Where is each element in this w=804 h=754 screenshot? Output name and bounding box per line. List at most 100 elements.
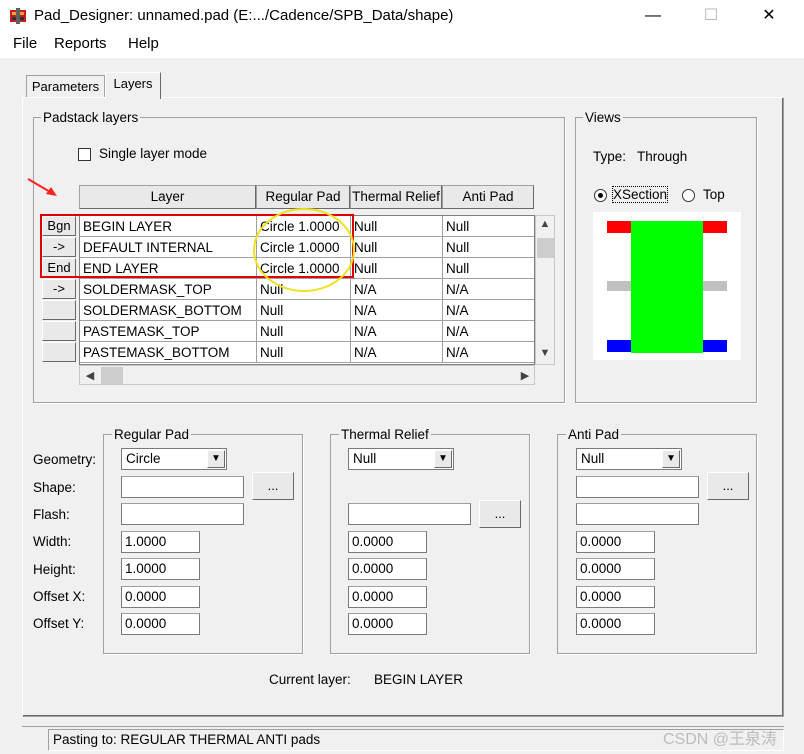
scroll-left-icon[interactable]: ◀ [81, 369, 99, 382]
views-title: Views [583, 110, 623, 125]
regular-offset-y-field[interactable]: 0.0000 [121, 613, 200, 635]
regular-flash-field[interactable] [121, 503, 244, 525]
internal-pad-right [703, 281, 727, 291]
xsection-label[interactable]: XSection [611, 186, 669, 203]
thermal-offset-y-field[interactable]: 0.0000 [348, 613, 427, 635]
top-view-radio[interactable] [682, 189, 695, 202]
regular-shape-browse-button[interactable]: ... [252, 472, 294, 500]
scroll-up-icon[interactable]: ▲ [536, 218, 554, 230]
cell-regular-pad[interactable]: Null [257, 342, 351, 363]
cell-anti-pad[interactable]: Null [443, 216, 534, 237]
cell-anti-pad[interactable]: Null [443, 237, 534, 258]
table-row[interactable]: SOLDERMASK_BOTTOM Null N/A N/A [80, 300, 534, 321]
cell-anti-pad[interactable]: N/A [443, 300, 534, 321]
bottom-pad-right [703, 340, 727, 352]
cell-thermal-relief[interactable]: N/A [351, 300, 443, 321]
offset-y-label: Offset Y: [33, 616, 85, 631]
table-row[interactable]: PASTEMASK_BOTTOM Null N/A N/A [80, 342, 534, 363]
title-bar: Pad_Designer: unnamed.pad (E:.../Cadence… [0, 0, 804, 32]
tab-layers[interactable]: Layers [105, 72, 161, 99]
current-layer-label: Current layer: [269, 672, 351, 687]
cell-thermal-relief[interactable]: Null [351, 258, 443, 279]
cell-layer[interactable]: SOLDERMASK_BOTTOM [80, 300, 257, 321]
vertical-scroll-thumb[interactable] [537, 238, 554, 258]
column-header-thermal-relief[interactable]: Thermal Relief [350, 185, 442, 209]
padstack-layers-title: Padstack layers [41, 110, 141, 125]
tab-parameters[interactable]: Parameters [26, 75, 105, 99]
red-arrow-icon [27, 178, 57, 196]
anti-geometry-select[interactable]: Null ▼ [576, 448, 682, 470]
cell-anti-pad[interactable]: N/A [443, 342, 534, 363]
regular-geometry-select[interactable]: Circle ▼ [121, 448, 227, 470]
top-pad-left [607, 221, 631, 233]
cell-anti-pad[interactable]: N/A [443, 279, 534, 300]
cell-thermal-relief[interactable]: N/A [351, 342, 443, 363]
thermal-geometry-value: Null [353, 451, 377, 466]
regular-height-field[interactable]: 1.0000 [121, 558, 200, 580]
anti-width-field[interactable]: 0.0000 [576, 531, 655, 553]
xsection-radio[interactable] [594, 189, 607, 202]
row-button-pastemask-bottom[interactable] [42, 342, 76, 362]
menu-file[interactable]: File [13, 35, 37, 52]
row-button-soldermask-top[interactable]: -> [42, 279, 76, 299]
internal-pad-left [607, 281, 631, 291]
anti-height-field[interactable]: 0.0000 [576, 558, 655, 580]
top-pad-right [703, 221, 727, 233]
chevron-down-icon[interactable]: ▼ [434, 450, 452, 468]
chevron-down-icon[interactable]: ▼ [662, 450, 680, 468]
thermal-geometry-select[interactable]: Null ▼ [348, 448, 454, 470]
column-header-layer[interactable]: Layer [79, 185, 256, 209]
cell-regular-pad[interactable]: Null [257, 321, 351, 342]
scroll-right-icon[interactable]: ▶ [516, 369, 534, 382]
close-button[interactable]: ✕ [746, 0, 792, 32]
menu-bar: File Reports Help [0, 32, 804, 58]
thermal-height-field[interactable]: 0.0000 [348, 558, 427, 580]
minimize-button[interactable]: — [630, 0, 676, 32]
maximize-button[interactable]: ☐ [688, 0, 734, 32]
thermal-offset-x-field[interactable]: 0.0000 [348, 586, 427, 608]
thermal-width-field[interactable]: 0.0000 [348, 531, 427, 553]
menu-reports[interactable]: Reports [54, 35, 107, 52]
regular-shape-field[interactable] [121, 476, 244, 498]
row-button-soldermask-bottom[interactable] [42, 300, 76, 320]
chevron-down-icon[interactable]: ▼ [207, 450, 225, 468]
regular-pad-title: Regular Pad [112, 427, 192, 442]
anti-shape-field[interactable] [576, 476, 699, 498]
cell-regular-pad[interactable]: Null [257, 300, 351, 321]
cell-layer[interactable]: SOLDERMASK_TOP [80, 279, 257, 300]
anti-flash-field[interactable] [576, 503, 699, 525]
row-button-pastemask-top[interactable] [42, 321, 76, 341]
cell-anti-pad[interactable]: N/A [443, 321, 534, 342]
offset-x-label: Offset X: [33, 589, 86, 604]
cell-thermal-relief[interactable]: Null [351, 216, 443, 237]
cell-thermal-relief[interactable]: N/A [351, 321, 443, 342]
top-view-label[interactable]: Top [703, 187, 725, 202]
cell-thermal-relief[interactable]: N/A [351, 279, 443, 300]
cell-anti-pad[interactable]: Null [443, 258, 534, 279]
cell-layer[interactable]: PASTEMASK_BOTTOM [80, 342, 257, 363]
grid-vertical-scrollbar[interactable]: ▲ ▼ [535, 215, 555, 365]
regular-offset-x-field[interactable]: 0.0000 [121, 586, 200, 608]
anti-offset-x-field[interactable]: 0.0000 [576, 586, 655, 608]
flash-label: Flash: [33, 507, 70, 522]
anti-offset-y-field[interactable]: 0.0000 [576, 613, 655, 635]
grid-horizontal-scrollbar[interactable]: ◀ ▶ [79, 365, 535, 385]
window-title: Pad_Designer: unnamed.pad (E:.../Cadence… [34, 7, 454, 24]
column-header-regular-pad[interactable]: Regular Pad [256, 185, 350, 209]
cell-layer[interactable]: PASTEMASK_TOP [80, 321, 257, 342]
current-layer-value: BEGIN LAYER [374, 672, 464, 687]
column-header-anti-pad[interactable]: Anti Pad [442, 185, 534, 209]
thermal-flash-field[interactable] [348, 503, 471, 525]
horizontal-scroll-thumb[interactable] [101, 367, 123, 384]
table-row[interactable]: PASTEMASK_TOP Null N/A N/A [80, 321, 534, 342]
cell-thermal-relief[interactable]: Null [351, 237, 443, 258]
thermal-flash-browse-button[interactable]: ... [479, 500, 521, 528]
anti-shape-browse-button[interactable]: ... [707, 472, 749, 500]
regular-width-field[interactable]: 1.0000 [121, 531, 200, 553]
scroll-down-icon[interactable]: ▼ [536, 347, 554, 359]
menu-help[interactable]: Help [128, 35, 159, 52]
single-layer-mode-checkbox[interactable] [78, 148, 91, 161]
view-type-label: Type: [593, 149, 627, 164]
pad-designer-app-icon [10, 8, 26, 24]
width-label: Width: [33, 534, 72, 549]
